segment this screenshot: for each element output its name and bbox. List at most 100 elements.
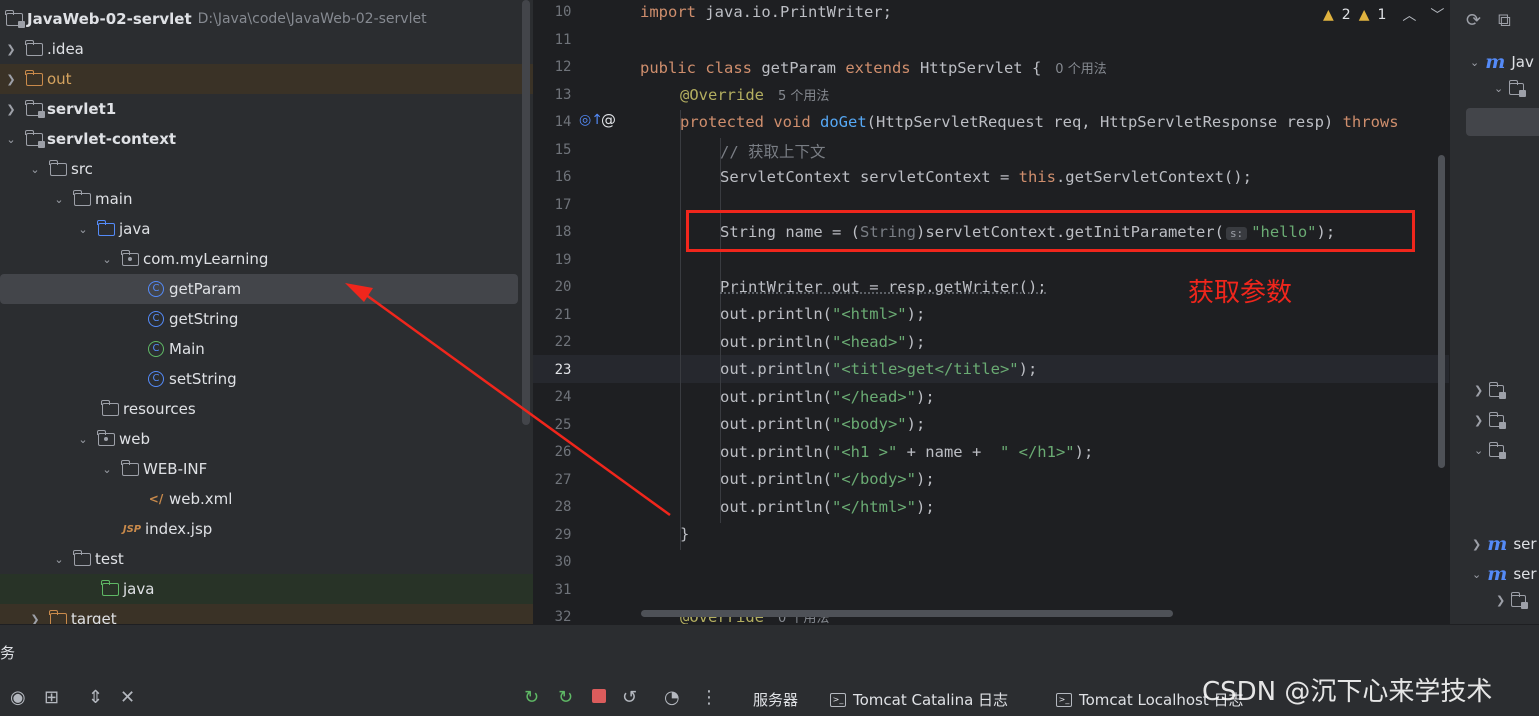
usage-hint[interactable]: 5 个用法 (778, 89, 829, 104)
chevron-down-icon[interactable]: ⌄ (1474, 444, 1483, 457)
chevron-up-icon[interactable]: ︿ (1402, 5, 1416, 25)
tree-item-web-inf[interactable]: ⌄ WEB-INF (0, 454, 533, 484)
maven-collapsed-item[interactable]: ❯ (1496, 591, 1529, 609)
weak-warning-count: 1 (1377, 7, 1387, 23)
editor-horizontal-scrollbar[interactable] (641, 610, 1173, 617)
chevron-down-icon[interactable]: ⌄ (28, 163, 42, 176)
code-line-27: out.println("</body>"); (720, 470, 935, 488)
tree-item-test-java[interactable]: java (0, 574, 533, 604)
tree-item-out[interactable]: ❯ out (0, 64, 533, 94)
reimport-icon[interactable]: ⧉ (1498, 10, 1511, 31)
tree-root[interactable]: JavaWeb-02-servlet D:\Java\code\JavaWeb-… (0, 4, 533, 34)
maven-item-ser-1[interactable]: ❯ m ser (1472, 533, 1537, 555)
chevron-down-icon[interactable]: ﹀ (1430, 5, 1444, 25)
line-number: 19 (554, 252, 572, 268)
tree-label: com.myLearning (143, 250, 269, 268)
maven-collapsed-item[interactable]: ❯ (1474, 381, 1507, 399)
restart-icon[interactable]: ↺ (622, 687, 637, 708)
tree-item-getparam[interactable]: C getParam (0, 274, 518, 304)
chevron-right-icon[interactable]: ❯ (1496, 594, 1505, 607)
usage-hint[interactable]: 0 个用法 (1055, 62, 1106, 77)
chevron-down-icon[interactable]: ⌄ (76, 223, 90, 236)
profiler-icon[interactable]: ◔ (664, 687, 680, 708)
chevron-down-icon[interactable]: ⌄ (1494, 82, 1503, 95)
maven-item-ser-2[interactable]: ⌄ m ser (1472, 563, 1537, 585)
tree-label: web.xml (169, 490, 233, 508)
override-method-icon[interactable]: ◎↑ (579, 112, 603, 128)
collapse-all-icon[interactable]: ✕ (120, 687, 135, 708)
tree-item-getstring[interactable]: C getString (0, 304, 533, 334)
tree-item-servlet-context[interactable]: ⌄ servlet-context (0, 124, 533, 154)
tree-label: Main (169, 340, 205, 358)
tree-item-servlet1[interactable]: ❯ servlet1 (0, 94, 533, 124)
chevron-down-icon[interactable]: ⌄ (1470, 56, 1479, 69)
weak-warning-icon: ▲ (1358, 7, 1370, 23)
maven-collapsed-item[interactable]: ❯ (1474, 411, 1507, 429)
more-options-icon[interactable]: ⋮ (700, 687, 718, 708)
line-number: 32 (554, 609, 572, 624)
tree-item-java[interactable]: ⌄ java (0, 214, 533, 244)
code-editor[interactable]: 10 11 12 13 14 15 16 17 18 19 20 21 22 2… (533, 0, 1449, 624)
code-line-20: PrintWriter out = resp.getWriter(); (720, 278, 1047, 296)
tree-item-idea[interactable]: ❯ .idea (0, 34, 533, 64)
inspection-widget[interactable]: ▲ 2 ▲ 1 ︿ ﹀ (1323, 5, 1444, 25)
line-number: 28 (554, 499, 572, 515)
editor-vertical-scrollbar[interactable] (1438, 155, 1445, 468)
expand-all-icon[interactable]: ⇕ (88, 687, 103, 708)
eye-icon[interactable]: ◉ (10, 687, 26, 708)
root-name: JavaWeb-02-servlet (27, 10, 192, 28)
rerun-icon[interactable]: ↻ (524, 687, 539, 708)
line-number: 16 (554, 169, 572, 185)
chevron-right-icon[interactable]: ❯ (1474, 384, 1483, 397)
panel-title: 务 (0, 644, 16, 662)
maven-item-jav[interactable]: ⌄ m Jav (1470, 51, 1534, 73)
watermark: CSDN @沉下心来学技术 (1202, 677, 1493, 707)
chevron-down-icon[interactable]: ⌄ (1472, 568, 1481, 581)
tree-item-src[interactable]: ⌄ src (0, 154, 533, 184)
chevron-right-icon[interactable]: ❯ (28, 613, 42, 625)
add-service-icon[interactable]: ⊞ (44, 687, 59, 708)
maven-subitem[interactable]: ⌄ (1494, 79, 1527, 97)
tab-server[interactable]: 服务器 (753, 689, 798, 710)
tree-item-package[interactable]: ⌄ com.myLearning (0, 244, 533, 274)
chevron-right-icon[interactable]: ❯ (4, 103, 18, 116)
tree-item-main-class[interactable]: C Main (0, 334, 533, 364)
code-line-29: } (680, 525, 690, 543)
project-scrollbar[interactable] (522, 0, 530, 425)
tab-label: 服务器 (753, 691, 799, 709)
module-folder-icon (24, 129, 45, 148)
tree-item-target[interactable]: ❯ target (0, 604, 533, 624)
code-line-24: out.println("</head>"); (720, 388, 935, 406)
tree-label: .idea (47, 40, 84, 58)
rerun-debug-icon[interactable]: ↻ (558, 687, 573, 708)
refresh-icon[interactable]: ⟳ (1466, 10, 1481, 31)
chevron-down-icon[interactable]: ⌄ (52, 193, 66, 206)
line-number: 10 (554, 4, 572, 20)
tree-item-web-xml[interactable]: </ web.xml (0, 484, 533, 514)
chevron-down-icon[interactable]: ⌄ (100, 253, 114, 266)
tree-item-web[interactable]: ⌄ web (0, 424, 533, 454)
tree-item-main[interactable]: ⌄ main (0, 184, 533, 214)
chevron-down-icon[interactable]: ⌄ (100, 463, 114, 476)
project-tool-window: JavaWeb-02-servlet D:\Java\code\JavaWeb-… (0, 0, 533, 624)
chevron-right-icon[interactable]: ❯ (1474, 414, 1483, 427)
chevron-down-icon[interactable]: ⌄ (4, 133, 18, 146)
maven-selected-row[interactable] (1466, 108, 1539, 136)
chevron-down-icon[interactable]: ⌄ (52, 553, 66, 566)
chevron-right-icon[interactable]: ❯ (1472, 538, 1481, 551)
line-number: 24 (554, 389, 572, 405)
chevron-down-icon[interactable]: ⌄ (76, 433, 90, 446)
xml-file-icon: </ (148, 492, 164, 506)
tree-item-resources[interactable]: resources (0, 394, 533, 424)
tree-item-test[interactable]: ⌄ test (0, 544, 533, 574)
tab-tomcat-catalina-log[interactable]: >_ Tomcat Catalina 日志 (830, 689, 1008, 710)
line-number: 26 (554, 444, 572, 460)
chevron-right-icon[interactable]: ❯ (4, 73, 18, 86)
tree-item-setstring[interactable]: C setString (0, 364, 533, 394)
tree-item-index-jsp[interactable]: JSP index.jsp (0, 514, 533, 544)
stop-icon[interactable] (592, 687, 606, 708)
maven-expanded-item[interactable]: ⌄ (1474, 441, 1507, 459)
chevron-right-icon[interactable]: ❯ (4, 43, 18, 56)
tree-label: setString (169, 370, 237, 388)
annotation-icon[interactable]: @ (601, 111, 616, 129)
